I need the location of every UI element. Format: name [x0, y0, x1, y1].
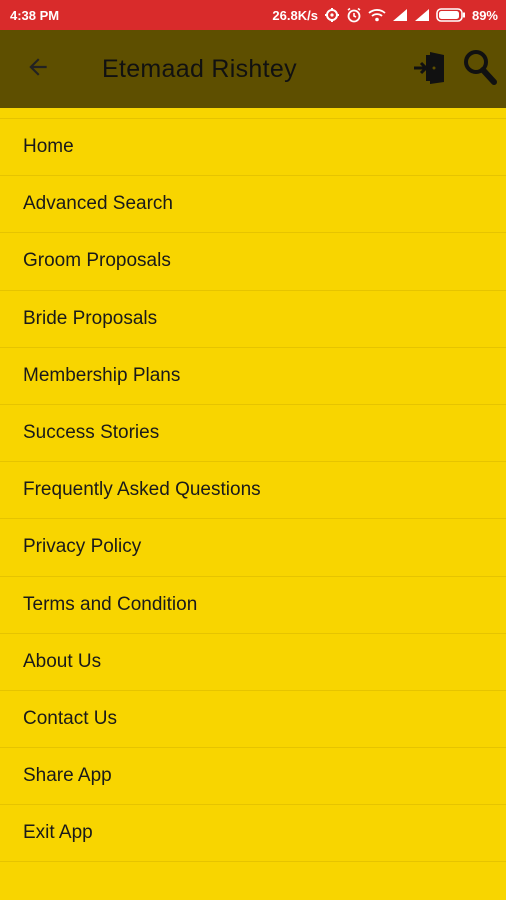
menu-item-membership-plans[interactable]: Membership Plans [0, 348, 506, 405]
login-button[interactable] [410, 44, 454, 94]
menu-item-about-us[interactable]: About Us [0, 634, 506, 691]
menu-item-groom-proposals[interactable]: Groom Proposals [0, 233, 506, 291]
back-button[interactable] [10, 41, 66, 97]
status-time: 4:38 PM [10, 7, 60, 23]
menu-item-faq[interactable]: Frequently Asked Questions [0, 462, 506, 520]
network-speed: 26.8K/s [272, 7, 318, 23]
navigation-menu: Home Advanced Search Groom Proposals Bri… [0, 119, 506, 863]
search-icon [462, 48, 498, 91]
menu-item-share-app[interactable]: Share App [0, 748, 506, 806]
page-title: Etemaad Rishtey [102, 54, 297, 83]
arrow-back-icon [25, 54, 51, 85]
status-indicators: 26.8K/s 89% [272, 7, 498, 23]
app-bar-actions [410, 44, 502, 94]
search-button[interactable] [458, 44, 502, 94]
login-door-icon [412, 47, 452, 92]
status-bar: 4:38 PM 26.8K/s 89% [0, 0, 506, 30]
menu-item-home[interactable]: Home [0, 119, 506, 177]
menu-item-bride-proposals[interactable]: Bride Proposals [0, 291, 506, 348]
menu-item-exit-app[interactable]: Exit App [0, 805, 506, 863]
signal-icon [414, 8, 430, 22]
settings-gear-icon [324, 7, 340, 23]
menu-item-contact-us[interactable]: Contact Us [0, 691, 506, 749]
battery-percent: 89% [471, 7, 498, 23]
signal-icon [392, 8, 408, 22]
menu-item-success-stories[interactable]: Success Stories [0, 405, 506, 463]
menu-item-terms[interactable]: Terms and Condition [0, 577, 506, 634]
menu-item-advanced-search[interactable]: Advanced Search [0, 176, 506, 234]
wifi-icon [368, 8, 386, 22]
battery-icon [436, 8, 466, 22]
alarm-icon [346, 7, 362, 23]
menu-item-privacy-policy[interactable]: Privacy Policy [0, 519, 506, 577]
app-bar: Etemaad Rishtey [0, 30, 506, 108]
